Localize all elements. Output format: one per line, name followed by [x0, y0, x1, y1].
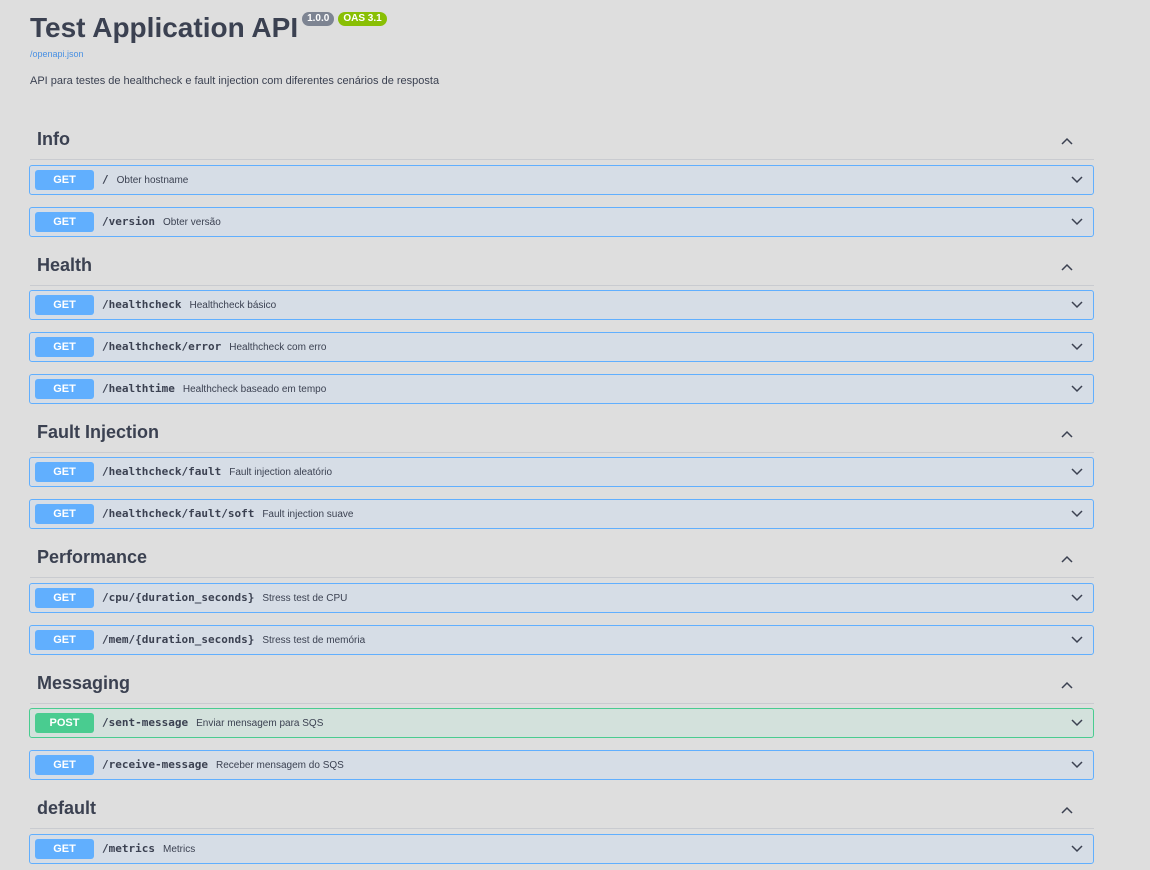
- method-badge: GET: [35, 588, 94, 608]
- chevron-up-icon[interactable]: [1060, 427, 1074, 441]
- operation-summary: Stress test de memória: [262, 635, 366, 646]
- operation-summary: Healthcheck baseado em tempo: [182, 384, 327, 395]
- openapi-json-link[interactable]: /openapi.json: [30, 49, 1094, 59]
- operation-summary: Healthcheck com erro: [229, 342, 327, 353]
- operation-path: / Obter hostname: [102, 173, 189, 186]
- method-badge: GET: [35, 755, 94, 775]
- operation-summary: Fault injection suave: [262, 509, 354, 520]
- method-badge: GET: [35, 462, 94, 482]
- section-header-default[interactable]: default: [30, 794, 1094, 829]
- operation-path: /healthcheck Healthcheck básico: [102, 298, 277, 311]
- chevron-down-icon[interactable]: [1070, 383, 1084, 395]
- section-title: Fault Injection: [37, 422, 160, 442]
- operation-get-healthtime[interactable]: GET /healthtime Healthcheck baseado em te…: [29, 374, 1094, 404]
- operation-path: /cpu/{duration_seconds} Stress test de CP…: [102, 591, 348, 604]
- chevron-down-icon[interactable]: [1070, 216, 1084, 228]
- operation-post-sent-message[interactable]: POST /sent-message Enviar mensagem para S…: [29, 708, 1094, 738]
- method-badge: GET: [35, 170, 94, 190]
- method-badge: GET: [35, 630, 94, 650]
- operation-path: /version Obter versão: [102, 215, 221, 228]
- operation-path: /healthcheck/fault Fault injection aleató…: [102, 465, 333, 478]
- operation-get-mem[interactable]: GET /mem/{duration_seconds} Stress test d…: [29, 625, 1094, 655]
- operation-summary: Metrics: [162, 844, 196, 855]
- operation-path: /healthtime Healthcheck baseado em tempo: [102, 382, 327, 395]
- method-badge: GET: [35, 337, 94, 357]
- operation-summary: Healthcheck básico: [189, 300, 277, 311]
- operation-get-root[interactable]: GET / Obter hostname: [29, 165, 1094, 195]
- method-badge: GET: [35, 504, 94, 524]
- operation-path: /healthcheck/fault/soft Fault injection s…: [102, 507, 354, 520]
- operation-path: /mem/{duration_seconds} Stress test de me…: [102, 633, 366, 646]
- api-description: API para testes de healthcheck e fault i…: [30, 75, 440, 87]
- oas-badge: OAS 3.1: [338, 12, 387, 26]
- section-title: Info: [37, 129, 70, 149]
- operation-summary: Obter versão: [162, 217, 221, 228]
- title-row: Test Application API 1.0.0 OAS 3.1: [30, 10, 1094, 46]
- operation-summary: Obter hostname: [116, 175, 189, 186]
- chevron-down-icon[interactable]: [1070, 843, 1084, 855]
- section-header-performance[interactable]: Performance: [30, 543, 1094, 578]
- operation-get-version[interactable]: GET /version Obter versão: [29, 207, 1094, 237]
- chevron-down-icon[interactable]: [1070, 717, 1084, 729]
- operation-path: /sent-message Enviar mensagem para SQS: [102, 716, 324, 729]
- page-title: Test Application API: [30, 12, 299, 43]
- method-badge: GET: [35, 212, 94, 232]
- chevron-up-icon[interactable]: [1060, 134, 1074, 148]
- chevron-down-icon[interactable]: [1070, 759, 1084, 771]
- operation-path: /receive-message Receber mensagem do SQS: [102, 758, 344, 771]
- chevron-down-icon[interactable]: [1070, 466, 1084, 478]
- section-header-messaging[interactable]: Messaging: [30, 669, 1094, 704]
- operation-path: /metrics Metrics: [102, 842, 196, 855]
- operation-path: /healthcheck/error Healthcheck com erro: [102, 340, 327, 353]
- section-header-info[interactable]: Info: [30, 125, 1094, 160]
- operation-get-healthcheck-error[interactable]: GET /healthcheck/error Healthcheck com er…: [29, 332, 1094, 362]
- operation-summary: Fault injection aleatório: [229, 467, 333, 478]
- operation-summary: Receber mensagem do SQS: [215, 760, 344, 771]
- chevron-up-icon[interactable]: [1060, 803, 1074, 817]
- section-title: default: [37, 798, 97, 818]
- method-badge: POST: [35, 713, 94, 733]
- method-badge: GET: [35, 839, 94, 859]
- section-title: Health: [37, 255, 93, 275]
- section-header-health[interactable]: Health: [30, 251, 1094, 286]
- chevron-up-icon[interactable]: [1060, 678, 1074, 692]
- operation-get-cpu[interactable]: GET /cpu/{duration_seconds} Stress test d…: [29, 583, 1094, 613]
- method-badge: GET: [35, 379, 94, 399]
- chevron-down-icon[interactable]: [1070, 174, 1084, 186]
- section-header-fault-injection[interactable]: Fault Injection: [30, 418, 1094, 453]
- version-badge: 1.0.0: [302, 12, 335, 26]
- chevron-up-icon[interactable]: [1060, 260, 1074, 274]
- chevron-down-icon[interactable]: [1070, 634, 1084, 646]
- section-title: Performance: [37, 547, 148, 567]
- chevron-down-icon[interactable]: [1070, 592, 1084, 604]
- chevron-down-icon[interactable]: [1070, 341, 1084, 353]
- api-info-header: Test Application API 1.0.0 OAS 3.1 /open…: [30, 10, 1094, 87]
- method-badge: GET: [35, 295, 94, 315]
- operation-get-healthcheck[interactable]: GET /healthcheck Healthcheck básico: [29, 290, 1094, 320]
- operation-summary: Stress test de CPU: [262, 593, 348, 604]
- section-title: Messaging: [37, 673, 131, 693]
- chevron-up-icon[interactable]: [1060, 552, 1074, 566]
- operation-get-healthcheck-fault-soft[interactable]: GET /healthcheck/fault/soft Fault injecti…: [29, 499, 1094, 529]
- operation-summary: Enviar mensagem para SQS: [196, 718, 324, 729]
- operation-get-metrics[interactable]: GET /metrics Metrics: [29, 834, 1094, 864]
- chevron-down-icon[interactable]: [1070, 299, 1084, 311]
- operation-get-healthcheck-fault[interactable]: GET /healthcheck/fault Fault injection al…: [29, 457, 1094, 487]
- operation-get-receive-message[interactable]: GET /receive-message Receber mensagem do …: [29, 750, 1094, 780]
- chevron-down-icon[interactable]: [1070, 508, 1084, 520]
